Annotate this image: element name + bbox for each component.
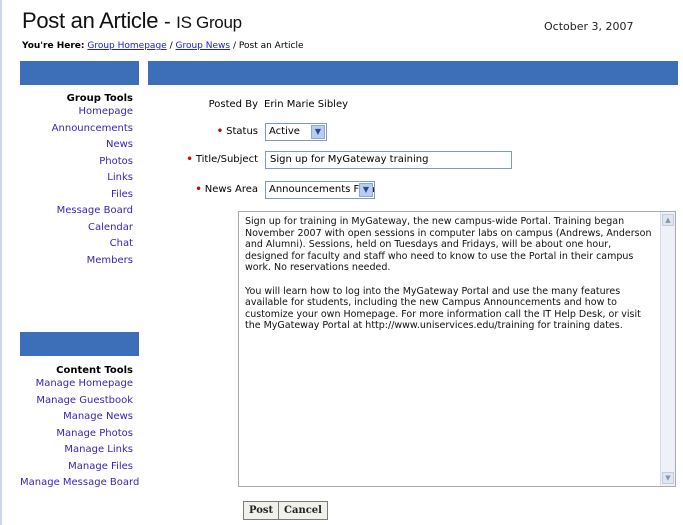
body-paragraph-2: You will learn how to log into the MyGat… (245, 285, 641, 332)
sidebar-item-manage-guestbook[interactable]: Manage Guestbook (20, 393, 133, 410)
article-body-textarea[interactable]: Sign up for training in MyGateway, the n… (238, 211, 676, 487)
sidebar-item-photos[interactable]: Photos (20, 154, 133, 171)
group-tools-section: Group Tools Homepage Announcements News … (20, 93, 139, 269)
posted-by-label: Posted By (208, 99, 258, 110)
post-article-form: Posted By Erin Marie Sibley • Status Acti… (148, 85, 678, 525)
breadcrumb-current: Post an Article (238, 41, 304, 51)
breadcrumb-group-homepage[interactable]: Group Homepage (87, 41, 166, 51)
post-button[interactable]: Post (243, 501, 280, 520)
status-selected-value: Active (269, 126, 300, 137)
sidebar-item-message-board[interactable]: Message Board (20, 203, 133, 220)
sidebar-item-manage-files[interactable]: Manage Files (20, 459, 133, 476)
breadcrumb-separator: / (232, 41, 237, 51)
title-input[interactable]: Sign up for MyGateway training (265, 151, 512, 169)
sidebar-item-announcements[interactable]: Announcements (20, 121, 133, 138)
sidebar-item-manage-homepage[interactable]: Manage Homepage (20, 376, 133, 393)
sidebar-header-bar (20, 61, 139, 85)
required-marker: • (216, 126, 224, 137)
sidebar-item-calendar[interactable]: Calendar (20, 220, 133, 237)
page-frame: Post an Article - IS Group October 3, 20… (0, 0, 683, 525)
scroll-down-icon[interactable]: ▼ (662, 472, 674, 484)
content-tools-section: Content Tools Manage Homepage Manage Gue… (20, 365, 139, 492)
current-date: October 3, 2007 (544, 20, 634, 33)
textarea-scrollbar[interactable]: ▲ ▼ (660, 212, 675, 486)
sidebar-item-news[interactable]: News (20, 137, 133, 154)
sidebar: Group Tools Homepage Announcements News … (20, 85, 139, 525)
sidebar-item-manage-message-board[interactable]: Manage Message Board (20, 475, 139, 492)
sidebar-item-files[interactable]: Files (20, 187, 133, 204)
status-label: Status (226, 126, 258, 137)
news-area-select[interactable]: Announcements Front ▼ (265, 181, 375, 199)
breadcrumb-separator: / (169, 41, 173, 51)
posted-by-value: Erin Marie Sibley (264, 99, 349, 110)
sidebar-divider-bar (20, 332, 139, 356)
page-title: Post an Article - IS Group (22, 8, 242, 34)
breadcrumb: You're Here: Group Homepage / Group News… (22, 41, 304, 51)
content-header-bar (148, 61, 678, 85)
sidebar-item-links[interactable]: Links (20, 170, 133, 187)
news-area-row: • News Area Announcements Front ▼ (148, 181, 668, 201)
sidebar-item-manage-photos[interactable]: Manage Photos (20, 426, 133, 443)
sidebar-item-chat[interactable]: Chat (20, 236, 133, 253)
sidebar-item-homepage[interactable]: Homepage (20, 104, 133, 121)
chevron-down-icon[interactable]: ▼ (359, 183, 373, 197)
page-title-text: Post an Article (22, 8, 159, 33)
posted-by-row: Posted By Erin Marie Sibley (148, 99, 668, 113)
content-tools-heading: Content Tools (56, 365, 133, 376)
news-area-label: News Area (204, 184, 258, 195)
article-body-text[interactable]: Sign up for training in MyGateway, the n… (245, 216, 655, 344)
required-marker: • (195, 184, 202, 195)
sidebar-item-members[interactable]: Members (20, 253, 133, 270)
status-select[interactable]: Active ▼ (265, 123, 327, 141)
sidebar-item-manage-news[interactable]: Manage News (20, 409, 133, 426)
chevron-down-icon[interactable]: ▼ (311, 125, 325, 139)
title-separator: - (163, 11, 171, 33)
cancel-button[interactable]: Cancel (278, 501, 328, 520)
body-paragraph-1: Sign up for training in MyGateway, the n… (245, 216, 652, 273)
news-area-label-wrap: • News Area (148, 184, 258, 195)
group-tools-list: Homepage Announcements News Photos Links… (20, 104, 139, 269)
group-name: IS Group (176, 13, 242, 32)
status-row: • Status Active ▼ (148, 123, 668, 143)
title-label-wrap: • Title/Subject (148, 154, 258, 165)
content-tools-list: Manage Homepage Manage Guestbook Manage … (20, 376, 139, 492)
required-marker: • (186, 154, 193, 165)
sidebar-item-manage-links[interactable]: Manage Links (20, 442, 133, 459)
status-label-wrap: • Status (148, 126, 258, 137)
breadcrumb-label: You're Here: (22, 41, 85, 51)
scroll-up-icon[interactable]: ▲ (662, 214, 674, 226)
group-tools-heading: Group Tools (66, 93, 133, 104)
title-label: Title/Subject (195, 154, 258, 165)
breadcrumb-group-news[interactable]: Group News (176, 41, 231, 51)
